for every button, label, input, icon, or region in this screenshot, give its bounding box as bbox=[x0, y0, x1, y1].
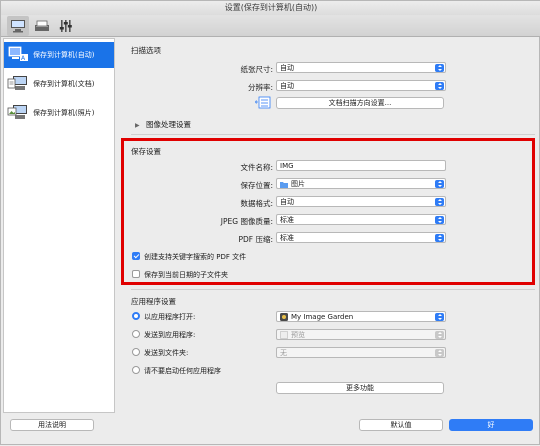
open-with-app-select[interactable]: My Image Garden bbox=[276, 311, 446, 322]
no-app-radio[interactable] bbox=[132, 366, 140, 374]
sidebar: A 保存到计算机(自动) 保存到计算机(文档) 保存到计算机(照片) bbox=[3, 38, 115, 413]
save-settings-highlight bbox=[121, 138, 535, 285]
send-to-app-radio[interactable] bbox=[132, 330, 140, 338]
app-settings-heading: 应用程序设置 bbox=[131, 297, 176, 306]
open-with-app-radio[interactable] bbox=[132, 312, 140, 320]
scan-to-computer-icon bbox=[11, 20, 25, 33]
chevron-updown-icon bbox=[435, 331, 444, 339]
chevron-updown-icon bbox=[435, 64, 444, 72]
ok-button[interactable]: 好 bbox=[449, 419, 533, 431]
help-button[interactable]: 用法说明 bbox=[10, 419, 94, 431]
computer-auto-icon: A bbox=[8, 46, 28, 62]
sidebar-item-label: 保存到计算机(自动) bbox=[33, 51, 95, 59]
open-with-app-value: My Image Garden bbox=[291, 313, 354, 321]
scan-from-panel-icon bbox=[35, 20, 49, 31]
orientation-settings-button[interactable]: 文档扫描方向设置... bbox=[276, 97, 444, 109]
send-to-app-value: 预览 bbox=[291, 331, 305, 339]
send-to-app-label: 发送到应用程序: bbox=[144, 331, 196, 339]
computer-document-icon bbox=[7, 76, 27, 90]
resolution-value: 自动 bbox=[280, 82, 294, 90]
tab-general-settings[interactable] bbox=[55, 16, 77, 36]
chevron-updown-icon bbox=[435, 349, 444, 357]
app-icon bbox=[280, 313, 288, 321]
sidebar-item-save-photo[interactable]: 保存到计算机(照片) bbox=[4, 100, 114, 126]
chevron-updown-icon bbox=[435, 313, 444, 321]
send-to-folder-select[interactable]: 无 bbox=[276, 347, 446, 358]
scan-options-heading: 扫描选项 bbox=[131, 46, 161, 55]
chevron-updown-icon bbox=[435, 82, 444, 90]
divider bbox=[131, 289, 535, 290]
window-title: 设置(保存到计算机(自动)) bbox=[1, 1, 540, 15]
resolution-select[interactable]: 自动 bbox=[276, 80, 446, 91]
sidebar-item-label: 保存到计算机(照片) bbox=[33, 109, 95, 117]
sidebar-item-save-document[interactable]: 保存到计算机(文档) bbox=[4, 71, 114, 97]
tab-scan-to-computer[interactable] bbox=[7, 16, 29, 36]
disclosure-triangle-icon: ▶ bbox=[135, 122, 140, 129]
paper-size-value: 自动 bbox=[280, 64, 294, 72]
sidebar-item-save-auto[interactable]: A 保存到计算机(自动) bbox=[4, 42, 114, 68]
paper-size-label: 纸张尺寸: bbox=[240, 65, 273, 74]
toolbar bbox=[1, 15, 540, 37]
image-processing-disclosure[interactable]: ▶ 图像处理设置 bbox=[135, 119, 191, 130]
send-to-app-select[interactable]: 预览 bbox=[276, 329, 446, 340]
computer-photo-icon bbox=[7, 105, 27, 119]
document-orientation-icon bbox=[255, 96, 271, 109]
send-to-folder-label: 发送到文件夹: bbox=[144, 349, 189, 357]
preview-app-icon bbox=[280, 331, 288, 339]
image-processing-label: 图像处理设置 bbox=[146, 120, 192, 129]
sidebar-item-label: 保存到计算机(文档) bbox=[33, 80, 95, 88]
more-functions-button[interactable]: 更多功能 bbox=[276, 382, 444, 394]
open-with-app-label: 以应用程序打开: bbox=[144, 313, 196, 321]
general-settings-icon bbox=[59, 20, 72, 32]
footer: 用法说明 默认值 好 bbox=[1, 415, 540, 446]
send-to-folder-radio[interactable] bbox=[132, 348, 140, 356]
paper-size-select[interactable]: 自动 bbox=[276, 62, 446, 73]
no-app-label: 请不要启动任何应用程序 bbox=[144, 367, 221, 375]
tab-scan-from-panel[interactable] bbox=[31, 16, 53, 36]
send-to-folder-value: 无 bbox=[280, 349, 287, 357]
resolution-label: 分辨率: bbox=[247, 83, 273, 92]
divider bbox=[131, 134, 535, 135]
defaults-button[interactable]: 默认值 bbox=[359, 419, 443, 431]
settings-window: 设置(保存到计算机(自动)) A 保存到计算机(自动) 保存到计算机(文档) 保… bbox=[0, 0, 540, 445]
